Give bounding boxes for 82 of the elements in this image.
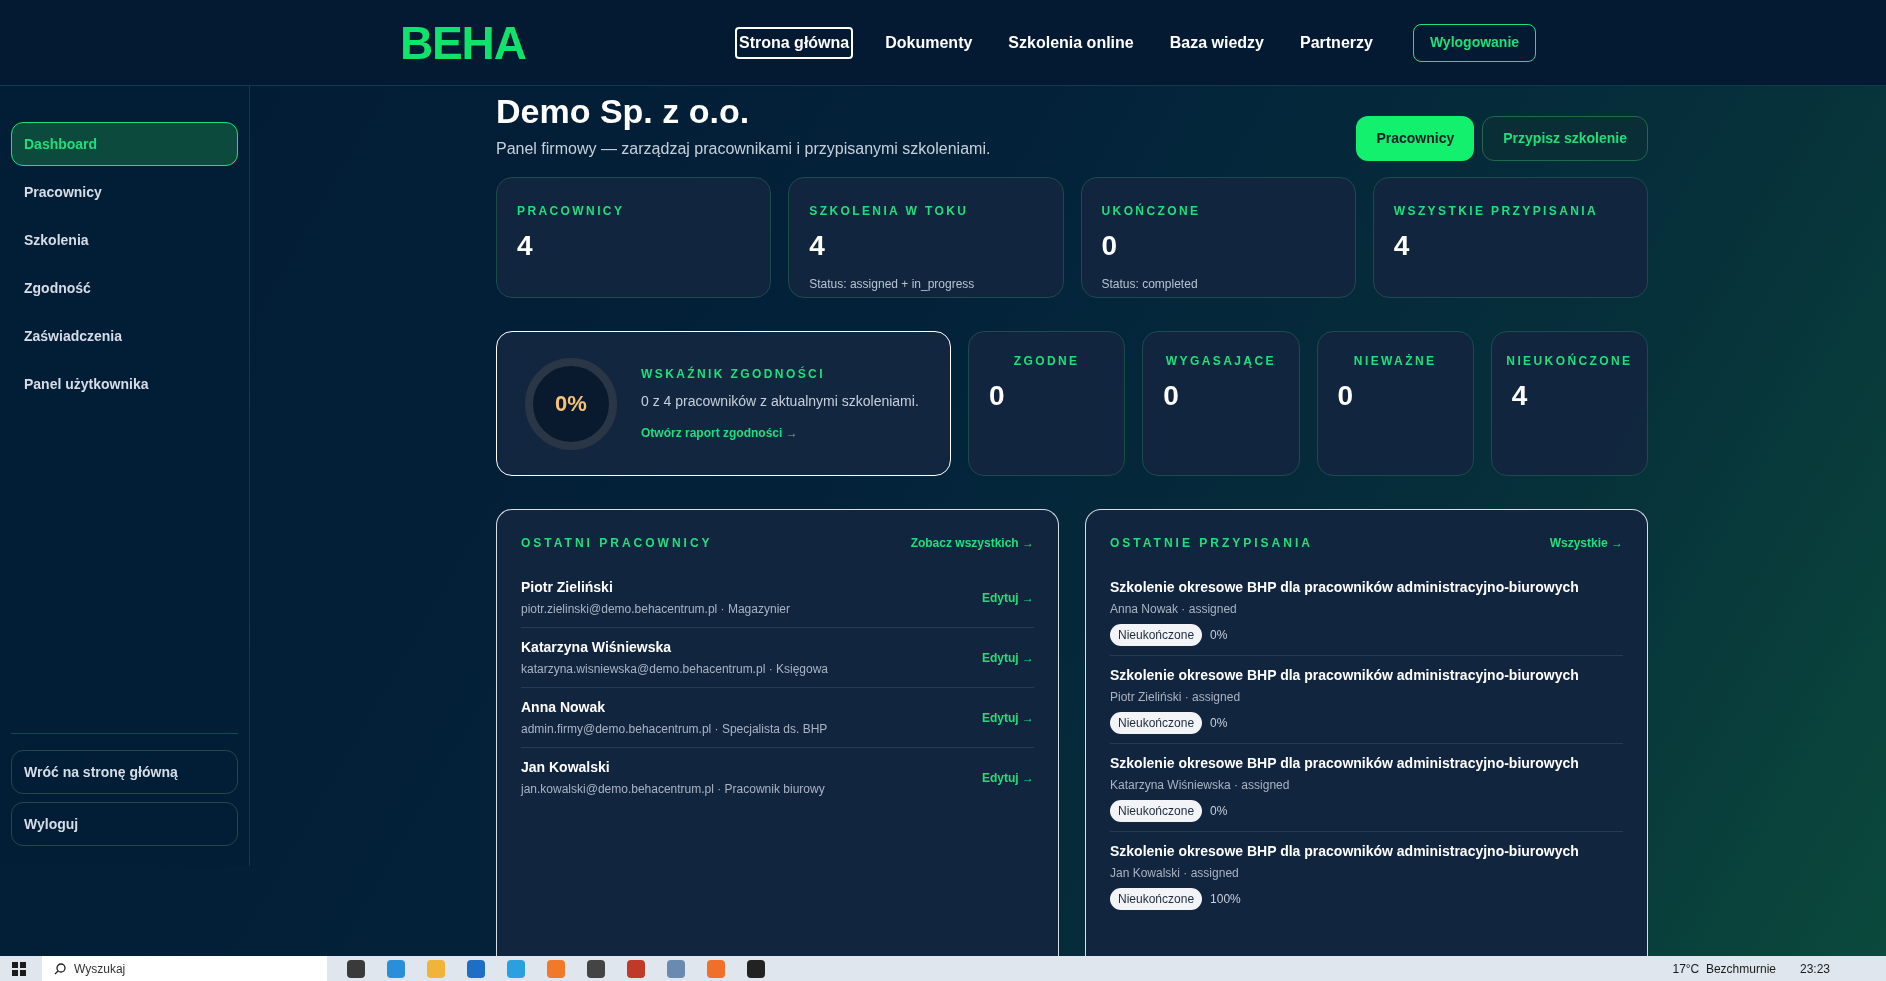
sidebar-item[interactable]: Pracownicy xyxy=(11,170,238,214)
edit-link[interactable]: Edytuj → xyxy=(982,768,1034,787)
sidebar-button[interactable]: Wróć na stronę główną xyxy=(11,750,238,794)
stat-value: 0 xyxy=(1163,379,1179,413)
nav-link[interactable]: Szkolenia online xyxy=(1004,26,1138,59)
stat-value: 0 xyxy=(989,379,1005,413)
progress-percent: 0% xyxy=(1210,803,1228,820)
employee-details: katarzyna.wisniewska@demo.behacentrum.pl · Księgowa xyxy=(521,661,828,678)
app-icon[interactable] xyxy=(587,959,605,978)
panel-title: OSTATNI PRACOWNICY xyxy=(521,535,713,552)
edit-link[interactable]: Edytuj → xyxy=(982,708,1034,727)
sidebar-item[interactable]: Dashboard xyxy=(11,122,238,166)
stat-label: ZGODNE xyxy=(1013,353,1080,370)
compliance-percent: 0% xyxy=(555,392,587,415)
stat-value: 4 xyxy=(1511,379,1528,413)
nav-link[interactable]: Baza wiedzy xyxy=(1165,26,1268,59)
windows-start-icon[interactable] xyxy=(12,961,26,976)
employee-name: Anna Nowak xyxy=(521,698,606,717)
sidebar-item[interactable]: Zgodność xyxy=(11,266,238,310)
progress-percent: 100% xyxy=(1210,891,1241,908)
course-title: Szkolenie okresowe BHP dla pracowników administracyjno-biurowych xyxy=(1110,754,1580,773)
stat-label: WSZYSTKIE PRZYPISANIA xyxy=(1393,203,1600,220)
stat-note: Status: completed xyxy=(1101,276,1199,293)
stat-label: PRACOWNICY xyxy=(517,203,626,220)
action-button[interactable]: Pracownicy xyxy=(1356,116,1475,161)
assignment-details: Katarzyna Wiśniewska · assigned xyxy=(1110,777,1291,794)
course-title: Szkolenie okresowe BHP dla pracowników administracyjno-biurowych xyxy=(1110,842,1580,861)
employee-name: Jan Kowalski xyxy=(521,758,611,777)
edit-link[interactable]: Edytuj → xyxy=(982,648,1034,667)
employee-details: admin.firmy@demo.behacentrum.pl · Specjalista ds. BHP xyxy=(521,721,828,738)
nav-link[interactable]: Strona główna xyxy=(735,26,854,59)
panel-link[interactable]: Zobacz wszystkich → xyxy=(910,534,1034,552)
progress-percent: 0% xyxy=(1210,715,1228,732)
stat-note: Status: assigned + in_progress xyxy=(809,276,976,293)
logo[interactable]: BEHA xyxy=(400,19,700,66)
nav-link[interactable]: Dokumenty xyxy=(881,26,977,59)
stat-label: NIEUKOŃCZONE xyxy=(1506,352,1633,370)
sidebar-item[interactable]: Szkolenia xyxy=(11,218,238,262)
employee-details: jan.kowalski@demo.behacentrum.pl · Pracownik biurowy xyxy=(521,781,825,798)
clock[interactable]: 23:23 xyxy=(1799,959,1830,978)
employee-details: piotr.zielinski@demo.behacentrum.pl · Magazynier xyxy=(521,601,790,618)
page-title: Demo Sp. z o.o. xyxy=(496,91,751,132)
search-placeholder: Wyszukaj xyxy=(74,960,126,978)
stat-label: NIEWAŻNE xyxy=(1353,353,1437,370)
assignment-details: Piotr Zieliński · assigned xyxy=(1110,689,1242,706)
compliance-title: WSKAŹNIK ZGODNOŚCI xyxy=(641,365,826,383)
employee-name: Katarzyna Wiśniewska xyxy=(521,638,673,657)
status-badge: Nieukończone xyxy=(1110,712,1203,734)
edit-link[interactable]: Edytuj → xyxy=(982,588,1034,607)
weather-text[interactable]: 17°C Bezchmurnie xyxy=(1672,959,1776,978)
app-icon[interactable] xyxy=(747,959,765,978)
employee-name: Piotr Zieliński xyxy=(521,578,614,597)
search-icon xyxy=(54,962,66,975)
stat-label: UKOŃCZONE xyxy=(1101,202,1202,220)
stat-label: WYGASAJĄCE xyxy=(1165,353,1276,370)
assignment-details: Jan Kowalski · assigned xyxy=(1110,865,1240,882)
status-badge: Nieukończone xyxy=(1110,888,1203,910)
panel-link[interactable]: Wszystkie → xyxy=(1549,534,1623,552)
stat-value: 4 xyxy=(809,229,826,263)
assignment-details: Anna Nowak · assigned xyxy=(1110,601,1238,618)
sidebar-item[interactable]: Panel użytkownika xyxy=(11,362,238,406)
stat-value: 0 xyxy=(1101,229,1119,263)
stat-value: 4 xyxy=(1393,229,1411,263)
stat-value: 0 xyxy=(1337,379,1354,413)
logout-button[interactable]: Wylogowanie xyxy=(1412,23,1537,62)
taskbar-search-field[interactable]: Wyszukaj xyxy=(42,956,327,981)
stat-label: SZKOLENIA W TOKU xyxy=(809,203,970,220)
app-icon[interactable] xyxy=(347,959,365,978)
progress-percent: 0% xyxy=(1210,627,1228,644)
course-title: Szkolenie okresowe BHP dla pracowników administracyjno-biurowych xyxy=(1110,666,1580,685)
action-button[interactable]: Przypisz szkolenie xyxy=(1482,116,1648,161)
status-badge: Nieukończone xyxy=(1110,624,1203,646)
status-badge: Nieukończone xyxy=(1110,800,1203,822)
nav-link[interactable]: Partnerzy xyxy=(1296,26,1377,59)
compliance-text: 0 z 4 pracowników z aktualnymi szkoleniami. xyxy=(641,392,919,411)
course-title: Szkolenie okresowe BHP dla pracowników administracyjno-biurowych xyxy=(1110,578,1580,597)
panel-title: OSTATNIE PRZYPISANIA xyxy=(1110,535,1313,552)
page-subtitle: Panel firmowy — zarządzaj pracownikami i przypisanymi szkoleniami. xyxy=(496,138,991,159)
stat-value: 4 xyxy=(517,229,534,263)
compliance-report-link[interactable]: Otwórz raport zgodności → xyxy=(641,424,919,442)
sidebar-button[interactable]: Wyloguj xyxy=(11,802,238,846)
sidebar-item[interactable]: Zaświadczenia xyxy=(11,314,238,358)
